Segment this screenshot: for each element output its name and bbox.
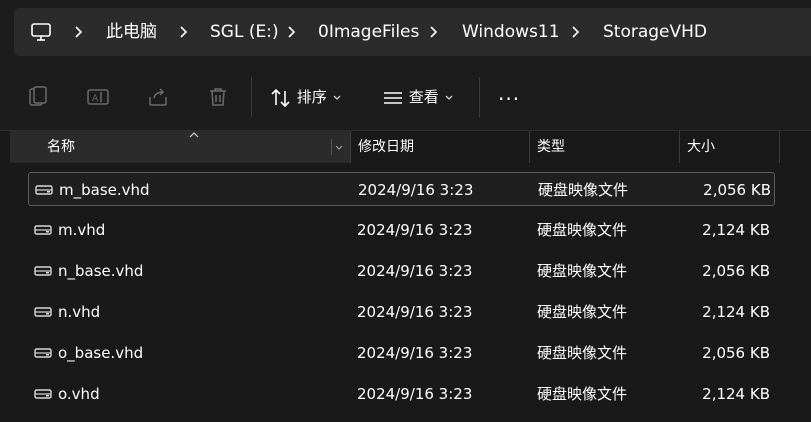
column-divider[interactable] (779, 131, 780, 163)
file-name: n_base.vhd (58, 262, 144, 280)
drive-icon (34, 389, 52, 399)
file-name: n.vhd (58, 303, 101, 321)
drive-icon (34, 348, 52, 358)
rename-icon[interactable]: A (86, 85, 110, 109)
column-filter-divider (331, 139, 332, 155)
column-header-row: 名称 修改日期 类型 大小 (10, 131, 811, 163)
column-header-modified[interactable]: 修改日期 (350, 131, 529, 163)
file-size: 2,056 KB (702, 344, 770, 362)
table-row[interactable]: m.vhd 2024/9/16 3:23 硬盘映像文件 2,124 KB (28, 213, 775, 247)
column-header-size[interactable]: 大小 (679, 131, 779, 163)
sort-ascending-icon (189, 132, 199, 138)
file-type: 硬盘映像文件 (537, 221, 628, 239)
sort-label: 排序 (296, 88, 327, 106)
drive-icon (34, 307, 52, 317)
toolbar-divider (251, 77, 252, 117)
breadcrumb-item-this-pc[interactable]: 此电脑 (106, 8, 157, 56)
drive-icon (35, 185, 53, 195)
chevron-down-icon (333, 95, 341, 100)
sort-button[interactable]: 排序 (270, 81, 342, 113)
column-header-name[interactable]: 名称 (10, 131, 350, 163)
chevron-right-icon[interactable] (177, 25, 191, 39)
file-type: 硬盘映像文件 (537, 385, 628, 403)
file-modified: 2024/9/16 3:23 (357, 344, 473, 362)
chevron-down-icon (445, 95, 453, 100)
breadcrumb-item-storagevhd[interactable]: StorageVHD (603, 8, 707, 56)
file-name: m.vhd (58, 221, 106, 239)
computer-icon[interactable] (30, 21, 52, 43)
copy-icon[interactable] (26, 85, 50, 109)
view-label: 查看 (408, 88, 439, 106)
chevron-right-icon[interactable] (285, 25, 299, 39)
file-type: 硬盘映像文件 (538, 181, 629, 199)
chevron-right-icon[interactable] (569, 25, 583, 39)
file-modified: 2024/9/16 3:23 (357, 385, 473, 403)
file-name: o.vhd (58, 385, 100, 403)
file-size: 2,056 KB (702, 262, 770, 280)
file-modified: 2024/9/16 3:23 (358, 181, 474, 199)
table-row[interactable]: o_base.vhd 2024/9/16 3:23 硬盘映像文件 2,056 K… (28, 336, 775, 370)
share-icon[interactable] (146, 85, 170, 109)
file-modified: 2024/9/16 3:23 (357, 303, 473, 321)
file-size: 2,124 KB (702, 303, 770, 321)
table-row[interactable]: n_base.vhd 2024/9/16 3:23 硬盘映像文件 2,056 K… (28, 254, 775, 288)
command-bar: A 排序 查看 ... (0, 63, 811, 131)
chevron-down-icon[interactable] (334, 143, 344, 153)
toolbar-divider (479, 77, 480, 117)
drive-icon (34, 225, 52, 235)
file-name: m_base.vhd (59, 181, 150, 199)
sort-icon (271, 88, 290, 107)
breadcrumb-item-imagefiles[interactable]: 0ImageFiles (318, 8, 419, 56)
view-icon (384, 91, 402, 104)
file-size: 2,124 KB (702, 385, 770, 403)
column-header-type[interactable]: 类型 (529, 131, 679, 163)
chevron-right-icon[interactable] (427, 25, 441, 39)
breadcrumb-item-drive[interactable]: SGL (E:) (210, 8, 279, 56)
table-row[interactable]: o.vhd 2024/9/16 3:23 硬盘映像文件 2,124 KB (28, 377, 775, 411)
address-bar-region: 此电脑 SGL (E:) 0ImageFiles Windows11 Stora… (0, 0, 811, 63)
view-button[interactable]: 查看 (382, 81, 454, 113)
file-modified: 2024/9/16 3:23 (357, 221, 473, 239)
breadcrumb[interactable]: 此电脑 SGL (E:) 0ImageFiles Windows11 Stora… (14, 8, 811, 56)
file-size: 2,124 KB (702, 221, 770, 239)
file-name: o_base.vhd (58, 344, 144, 362)
trash-icon[interactable] (206, 85, 230, 109)
breadcrumb-item-windows11[interactable]: Windows11 (462, 8, 560, 56)
file-type: 硬盘映像文件 (537, 303, 628, 321)
more-options-button[interactable]: ... (498, 77, 520, 109)
svg-text:A: A (92, 94, 99, 104)
table-row[interactable]: m_base.vhd 2024/9/16 3:23 硬盘映像文件 2,056 K… (28, 172, 775, 206)
file-type: 硬盘映像文件 (537, 344, 628, 362)
column-header-name-label: 名称 (47, 139, 75, 155)
file-type: 硬盘映像文件 (537, 262, 628, 280)
table-row[interactable]: n.vhd 2024/9/16 3:23 硬盘映像文件 2,124 KB (28, 295, 775, 329)
file-modified: 2024/9/16 3:23 (357, 262, 473, 280)
chevron-right-icon[interactable] (72, 25, 86, 39)
drive-icon (34, 266, 52, 276)
file-size: 2,056 KB (703, 181, 771, 199)
